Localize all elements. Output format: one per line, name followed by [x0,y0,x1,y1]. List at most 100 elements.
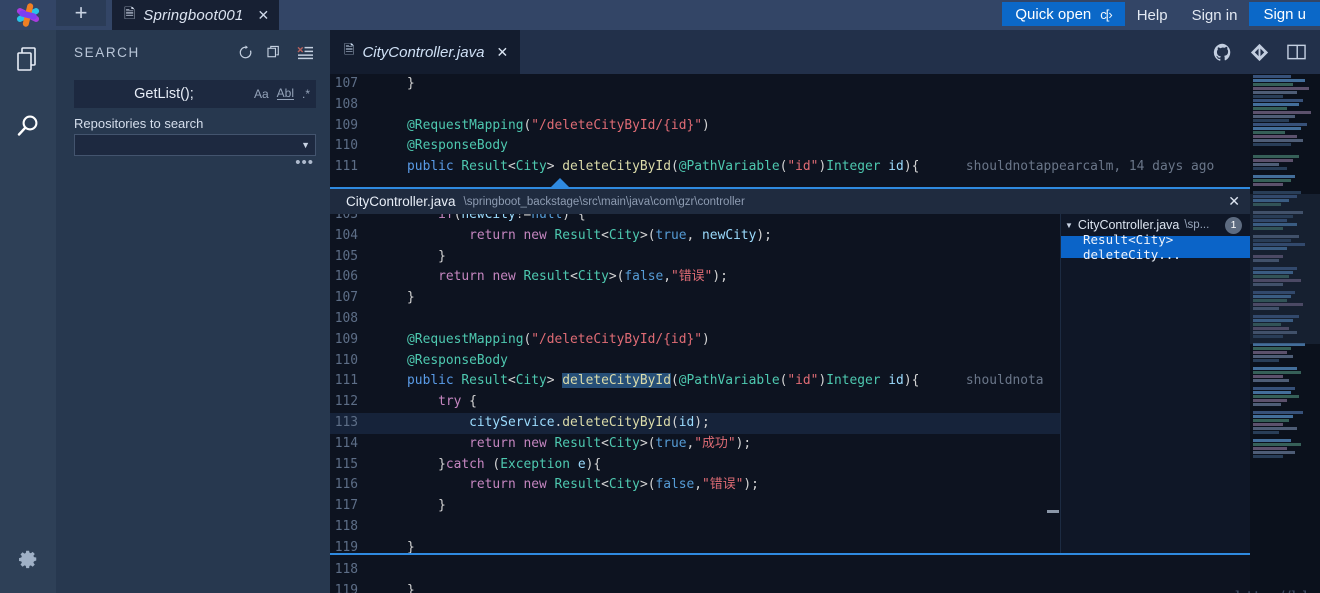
code-token: >( [639,477,656,493]
line-number: 111 [334,373,358,389]
close-icon[interactable]: ✕ [257,7,269,24]
code-text: return new Result<City>(true,"成功"); [376,436,751,451]
code-text: }catch (Exception e){ [376,457,601,472]
plus-icon: + [74,0,88,25]
code-token: id [678,414,695,430]
editor-tab-citycontroller[interactable]: 🗎 CityController.java ✕ [330,30,521,74]
code-token: Integer [826,159,881,175]
code-line: 119 } [330,581,1240,593]
match-whole-word-icon[interactable]: Abl [276,87,294,100]
activity-item-explorer[interactable] [0,32,56,88]
code-token: newCity [702,227,757,243]
code-token: ) [701,331,710,347]
editor-tab-bar: 🗎 CityController.java ✕ [330,30,1320,74]
code-line: 119 } [330,538,1060,553]
minimap-line [1253,447,1287,450]
quick-open-button[interactable]: Quick open c[› [1002,2,1125,26]
minimap-line [1253,427,1297,430]
new-tab-button[interactable]: + [56,0,106,26]
minimap-line [1253,103,1299,106]
code-text: } [376,540,415,553]
minimap-line [1253,107,1287,110]
code-token: @ResponseBody [407,138,508,154]
reference-item[interactable]: Result<City> deleteCity... [1061,232,1250,262]
refresh-icon[interactable] [238,44,253,60]
quick-open-label: Quick open [1015,5,1092,23]
help-link[interactable]: Help [1125,0,1180,30]
line-number: 110 [334,138,358,154]
peek-arrow-icon [550,178,570,188]
source-control-icon[interactable] [1250,43,1269,62]
code-token: City [515,159,547,175]
triangle-down-icon[interactable]: ▼ [1065,221,1073,230]
github-icon[interactable] [1213,43,1232,62]
code-token: < [570,269,578,285]
peek-scrollbar[interactable] [1047,510,1059,513]
code-token: ){ [585,456,602,472]
minimap-line [1253,111,1311,114]
code-token: < [601,227,609,243]
minimap-line [1253,87,1309,90]
minimap-slider[interactable] [1250,194,1320,344]
code-token: return [469,435,516,451]
line-number: 107 [334,290,358,306]
code-token: ) [701,117,710,133]
search-input[interactable]: GetList(); Aa Abl .* [74,80,316,108]
code-token: City [608,435,640,451]
activity-item-settings[interactable] [0,531,56,587]
minimap-line [1253,123,1307,126]
project-tab-springboot001[interactable]: 🗎 Springboot001 ✕ [112,0,280,30]
sign-up-button[interactable]: Sign u [1249,2,1320,26]
code-line: 109 @RequestMapping("/deleteCityById/{id… [330,330,1060,351]
code-token: >( [608,269,625,285]
close-icon[interactable]: ✕ [496,44,508,61]
code-text: if(newCity!=null) { [376,214,586,222]
minimap-line [1253,83,1293,86]
match-case-icon[interactable]: Aa [254,87,269,101]
code-line: 116 return new Result<City>(false,"错误"); [330,475,1060,496]
collapse-all-icon[interactable] [297,45,314,60]
search-sidebar: SEARCH GetList(); Aa Abl .* Repositories… [56,30,330,593]
below-peek-code-lines: 118119 }112 try {113 cityService.deleteC… [330,560,1240,593]
code-token: "错误" [671,269,713,285]
peek-close-icon[interactable]: ✕ [1228,193,1240,210]
activity-item-search[interactable] [0,98,56,154]
more-actions-button[interactable]: ••• [56,155,314,170]
use-regex-icon[interactable]: .* [302,87,310,101]
code-text: return new Result<City>(false,"错误"); [376,477,759,492]
chevron-down-icon: ▼ [301,140,310,150]
code-token: { [461,394,477,410]
code-text: } [376,290,415,305]
split-editor-icon[interactable] [1287,43,1306,61]
minimap-line [1253,403,1281,406]
peek-code-viewport[interactable]: 103 if(newCity!=null) {104 return new Re… [330,214,1060,553]
code-token: newCity [461,214,516,222]
clear-results-icon[interactable] [267,45,283,60]
peek-file-path: \springboot_backstage\src\main\java\com\… [463,195,745,208]
sign-in-link[interactable]: Sign in [1180,0,1250,30]
watermark: http://blog.csdn.net/shouldnotappearcalm [1235,588,1320,593]
code-token: false [624,269,664,285]
sidebar-title: SEARCH [74,44,140,60]
repositories-select[interactable]: ▼ [74,134,316,156]
minimap[interactable] [1250,74,1320,593]
line-number: 119 [334,582,358,593]
code-token: < [507,159,516,175]
code-token: Result [554,435,602,451]
code-token: deleteCityById [562,159,671,175]
code-token: @RequestMapping [407,331,524,347]
minimap-line [1253,423,1283,426]
code-token: != [515,214,532,222]
code-token: deleteCityById [562,373,671,389]
code-token: @PathVariable [678,373,780,389]
minimap-line [1253,395,1299,398]
codespaces-logo-icon [15,2,41,28]
minimap-line [1253,79,1305,82]
minimap-line [1253,351,1287,354]
code-token: , [663,269,671,285]
code-token: "id" [787,373,819,389]
